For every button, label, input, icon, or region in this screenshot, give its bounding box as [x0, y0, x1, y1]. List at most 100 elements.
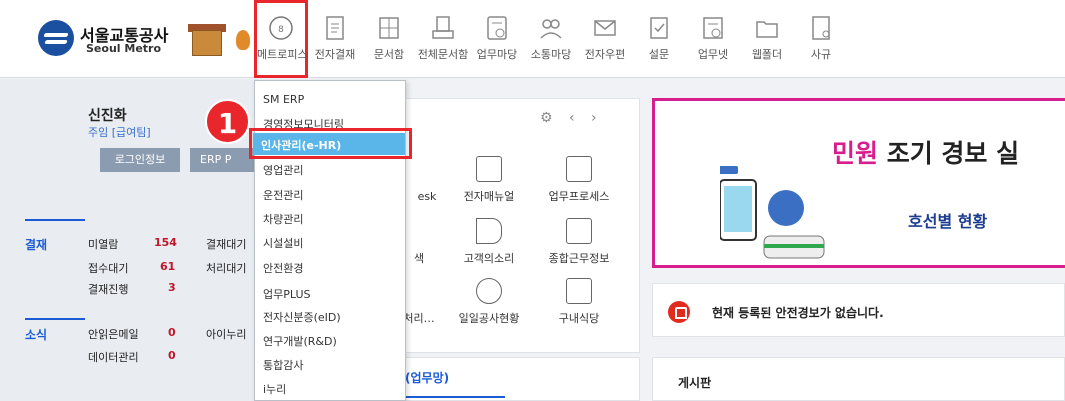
quick-label: 전자매뉴얼: [463, 190, 515, 203]
worknet-icon: [703, 17, 723, 39]
tab-work-network[interactable]: (업무망): [405, 369, 449, 386]
hr-highlight-frame: [249, 128, 412, 159]
quick-label: 처리…: [403, 312, 435, 325]
menu-item-operation[interactable]: 운전관리: [263, 187, 303, 203]
stat-data-management[interactable]: 데이터관리 0: [88, 349, 176, 365]
menu-item-eid[interactable]: 전자신분증(eID): [263, 309, 341, 325]
approval-divider: [25, 219, 85, 221]
nav-label: 전자우편: [584, 48, 626, 61]
nav-mail[interactable]: 전자우편: [578, 0, 632, 78]
menu-item-work-plus[interactable]: 업무PLUS: [263, 286, 311, 302]
all-documents-icon: [432, 16, 454, 39]
nav-label: 업무마당: [476, 48, 518, 61]
menu-item-audit[interactable]: 통합감사: [263, 357, 303, 373]
nav-regulations[interactable]: 사규: [794, 0, 848, 78]
quick-work-info[interactable]: 종합근무정보: [534, 218, 624, 266]
stat-value: 0: [168, 349, 176, 362]
nav-approval[interactable]: 전자결재: [308, 0, 362, 78]
nav-label: 전자결재: [314, 48, 356, 61]
mail-icon: [594, 20, 616, 36]
approval-icon: [326, 16, 344, 40]
quick-label: 일일공사현황: [458, 312, 520, 325]
community-icon: [540, 19, 562, 39]
helmet-icon: [476, 278, 502, 304]
stat-label: 미열람: [88, 238, 119, 251]
nav-label: 문서함: [373, 48, 405, 61]
process-icon: [566, 156, 592, 182]
nav-web-folder[interactable]: 웹폴더: [740, 0, 794, 78]
erp-button[interactable]: ERP P: [190, 148, 258, 172]
stat-value: 0: [168, 326, 176, 339]
metrofis-icon: 8: [269, 16, 293, 40]
user-role: 주임 [급여팀]: [88, 126, 151, 139]
work-field-icon: [487, 16, 507, 40]
stat-extra-label: 결재대기: [206, 238, 247, 251]
stat-unread-mail[interactable]: 안읽은메일 0 아이누리: [88, 326, 246, 342]
news-divider: [25, 318, 85, 320]
menu-item-inuri[interactable]: i누리: [263, 381, 286, 397]
quick-cafeteria[interactable]: 구내식당: [534, 278, 624, 326]
banner-subtitle: 호선별 현황: [908, 212, 988, 231]
stat-unread[interactable]: 미열람 154 결재대기: [88, 236, 246, 252]
stat-label: 접수대기: [88, 262, 129, 275]
megaphone-icon: [476, 218, 502, 244]
nav-document-box[interactable]: 문서함: [362, 0, 416, 78]
nav-metrofis[interactable]: 8 메트로피스: [254, 0, 308, 78]
login-info-button[interactable]: 로그인정보: [100, 148, 180, 172]
alert-siren-icon: [668, 301, 690, 323]
svg-text:8: 8: [278, 25, 284, 35]
nav-worknet[interactable]: 업무넷: [686, 0, 740, 78]
main-nav: 8 메트로피스 전자결재 문서함 전체문서함 업무마당 소통마당 전자우편 설문…: [254, 0, 848, 78]
metro-logo-icon: [38, 20, 74, 56]
quick-label: 고객의소리: [463, 252, 515, 265]
seoul-metro-logo[interactable]: 서울교통공사 Seoul Metro: [38, 16, 258, 66]
bulletin-board-title[interactable]: 게시판: [678, 374, 711, 391]
stat-in-progress[interactable]: 결재진행 3: [88, 281, 176, 297]
quick-label: esk: [417, 190, 437, 203]
menu-item-rnd[interactable]: 연구개발(R&D): [263, 333, 337, 349]
stat-extra-label: 처리대기: [206, 262, 247, 275]
nav-label: 업무넷: [697, 48, 729, 61]
menu-item-sm-erp[interactable]: SM ERP: [263, 93, 304, 106]
stat-receive-wait[interactable]: 접수대기 61 처리대기: [88, 260, 246, 276]
nav-label: 소통마당: [530, 48, 572, 61]
quick-daily-status[interactable]: 일일공사현황: [444, 278, 534, 326]
user-name: 신진화: [88, 108, 127, 124]
regulations-icon: [812, 16, 830, 40]
nav-label: 설문: [648, 48, 670, 61]
document-box-icon: [379, 17, 399, 39]
menu-item-sales[interactable]: 영업관리: [263, 162, 303, 178]
stat-value: 61: [160, 260, 176, 273]
quick-label: 색: [413, 252, 425, 265]
nav-work-field[interactable]: 업무마당: [470, 0, 524, 78]
civil-complaint-banner[interactable]: [652, 98, 1065, 268]
stat-label: 결재진행: [88, 283, 129, 296]
quick-label: 업무프로세스: [548, 190, 610, 203]
nav-survey[interactable]: 설문: [632, 0, 686, 78]
news-section-label: 소식: [25, 328, 48, 342]
approval-section-label: 결재: [25, 238, 48, 252]
step-number-badge: 1: [205, 99, 250, 144]
web-folder-icon: [756, 21, 778, 38]
quick-customer-voice[interactable]: 고객의소리: [444, 218, 534, 266]
manual-icon: [476, 156, 502, 182]
nav-all-documents[interactable]: 전체문서함: [416, 0, 470, 78]
quick-e-manual[interactable]: 전자매뉴얼: [444, 156, 534, 204]
stat-label: 데이터관리: [88, 351, 139, 364]
menu-item-safety[interactable]: 안전환경: [263, 260, 303, 276]
stat-extra-label: 아이누리: [206, 328, 247, 341]
quick-work-process[interactable]: 업무프로세스: [534, 156, 624, 204]
monitor-icon: [566, 218, 592, 244]
nav-label: 메트로피스: [257, 48, 308, 61]
survey-icon: [650, 17, 668, 39]
building-illustration-icon: [188, 22, 228, 58]
menu-item-facility[interactable]: 시설설비: [263, 235, 303, 251]
top-bar: 서울교통공사 Seoul Metro 8 메트로피스 전자결재 문서함 전체문서…: [0, 0, 1065, 78]
stat-value: 154: [154, 236, 177, 249]
stat-value: 3: [168, 281, 176, 294]
nav-community[interactable]: 소통마당: [524, 0, 578, 78]
quick-label: 종합근무정보: [548, 252, 610, 265]
banner-title: 민원 조기 경보 실: [832, 139, 1020, 168]
quick-menu-controls[interactable]: ⚙ ‹ ›: [540, 110, 603, 126]
menu-item-vehicle[interactable]: 차량관리: [263, 211, 303, 227]
